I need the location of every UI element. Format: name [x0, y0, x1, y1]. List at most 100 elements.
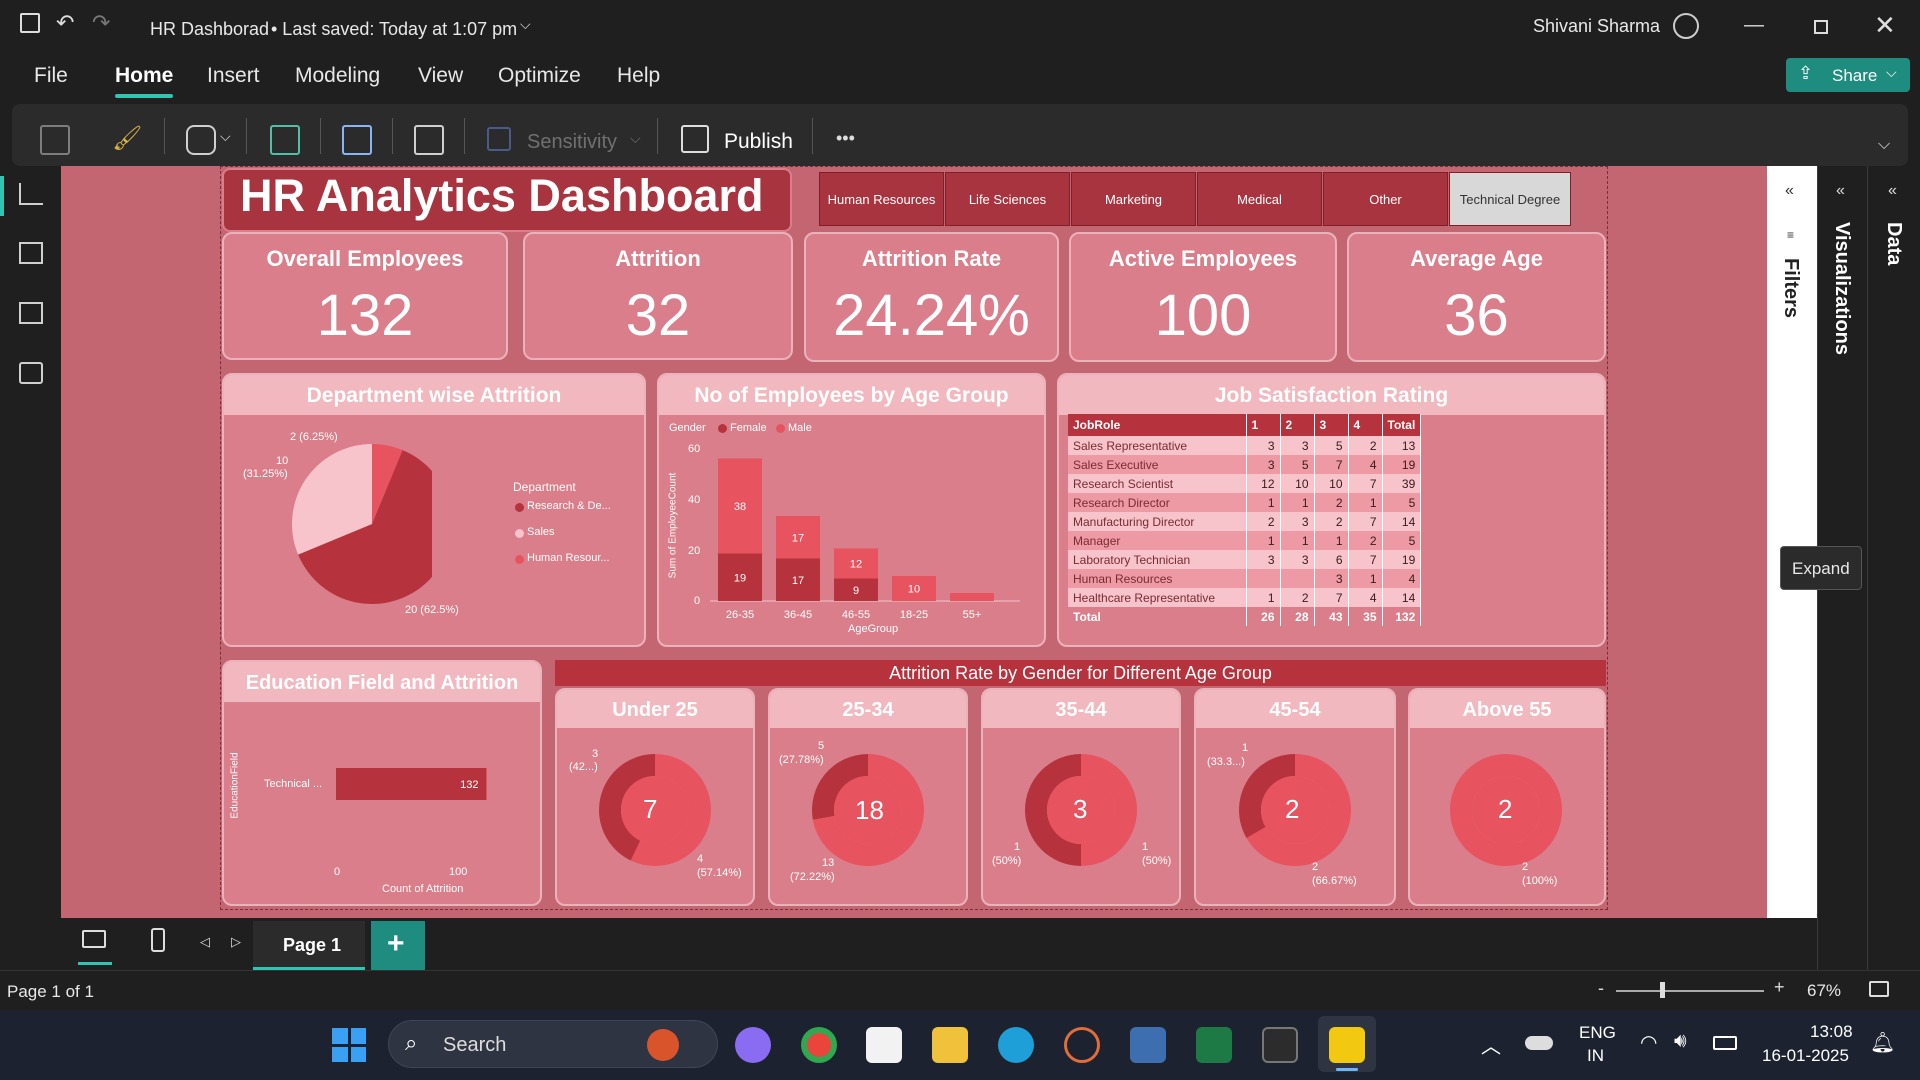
fit-to-page-icon[interactable]	[1869, 981, 1889, 997]
slicer-life-sciences[interactable]: Life Sciences	[945, 172, 1070, 226]
language-line2[interactable]: IN	[1587, 1046, 1604, 1066]
filters-label[interactable]: Filters	[1779, 258, 1802, 318]
slicer-human-resources[interactable]: Human Resources	[819, 172, 944, 226]
filters-pane[interactable]: « ≡ Filters	[1767, 166, 1817, 918]
format-painter-icon[interactable]: 🖌	[112, 124, 142, 153]
wifi-icon[interactable]: ◠	[1640, 1030, 1657, 1055]
kpi-average-age: Average Age 36	[1347, 232, 1606, 362]
matrix-header[interactable]: Total	[1382, 414, 1422, 436]
notification-bell-icon[interactable]: 🔔︎	[1870, 1030, 1895, 1055]
pie-label: 10	[276, 455, 289, 467]
share-button[interactable]: ⇪ Share ⌵	[1786, 58, 1910, 92]
power-bi-icon[interactable]	[1329, 1027, 1365, 1063]
undo-icon[interactable]: ↶	[56, 10, 74, 36]
sensitivity-label[interactable]: Sensitivity	[527, 131, 617, 154]
file-explorer-icon[interactable]	[932, 1027, 968, 1063]
media-player-icon[interactable]	[1064, 1027, 1100, 1063]
dax-query-icon[interactable]	[19, 362, 43, 384]
search-box[interactable]: ⌕ Search	[388, 1020, 718, 1068]
edge-icon[interactable]	[998, 1027, 1034, 1063]
previous-page-icon[interactable]: ◁	[200, 934, 210, 950]
chevron-left-icon[interactable]: «	[1836, 182, 1845, 200]
menu-file[interactable]: File	[34, 64, 68, 88]
copilot-icon[interactable]	[735, 1027, 771, 1063]
age-group-bar-chart[interactable]: 19 38 26-35 17 17 36-45 9 12 46-55 10 18-25 55+	[710, 440, 1030, 630]
job-satisfaction-matrix[interactable]: JobRole 1 2 3 4 Total Sales Representative 3 3 5…	[1068, 414, 1422, 626]
slicer-other[interactable]: Other	[1323, 172, 1448, 226]
donut-label: (50%)	[992, 855, 1022, 867]
save-icon[interactable]	[20, 13, 40, 33]
chevron-down-icon[interactable]: ⌵	[520, 16, 531, 33]
matrix-header[interactable]: 3	[1314, 414, 1349, 436]
menu-insert[interactable]: Insert	[207, 64, 260, 88]
close-button[interactable]: ✕	[1874, 10, 1896, 41]
chevron-down-icon[interactable]: ⌵	[630, 130, 641, 147]
zoom-level[interactable]: 67%	[1807, 981, 1841, 1001]
menu-help[interactable]: Help	[617, 64, 660, 88]
zoom-in-button[interactable]: +	[1774, 977, 1785, 998]
visualizations-label[interactable]: Visualizations	[1830, 222, 1853, 355]
sql-server-icon[interactable]	[1130, 1027, 1166, 1063]
legend-item: Male	[788, 422, 812, 434]
minimize-button[interactable]: —	[1744, 14, 1764, 37]
calculator-icon[interactable]	[414, 125, 444, 155]
add-page-button[interactable]: +	[371, 921, 425, 970]
menu-home[interactable]: Home	[115, 64, 173, 88]
publish-icon[interactable]	[681, 125, 709, 153]
menu-modeling[interactable]: Modeling	[295, 64, 380, 88]
y-tick: 20	[688, 545, 701, 557]
mobile-layout-icon[interactable]	[151, 928, 165, 952]
chevron-left-icon[interactable]: «	[1785, 182, 1794, 200]
report-view-icon[interactable]	[19, 183, 43, 205]
zoom-out-button[interactable]: -	[1598, 978, 1604, 999]
zoom-slider-thumb[interactable]	[1660, 982, 1665, 998]
battery-icon[interactable]	[1713, 1036, 1737, 1050]
education-bar-chart[interactable]: 132	[336, 765, 516, 805]
redo-icon[interactable]: ↷	[92, 10, 110, 36]
more-options-button[interactable]: •••	[836, 128, 855, 149]
onedrive-icon[interactable]	[1525, 1036, 1553, 1050]
chevron-up-icon[interactable]: ︿	[1481, 1030, 1501, 1059]
legend-item: Female	[730, 422, 767, 434]
get-data-icon[interactable]	[186, 125, 216, 155]
avatar[interactable]	[1673, 13, 1699, 39]
paste-icon[interactable]	[40, 125, 70, 155]
matrix-header[interactable]: 2	[1280, 414, 1315, 436]
restore-button[interactable]	[1814, 20, 1828, 34]
zoom-slider-track[interactable]	[1616, 990, 1764, 992]
clock-date[interactable]: 16-01-2025	[1762, 1046, 1849, 1066]
slicer-marketing[interactable]: Marketing	[1071, 172, 1196, 226]
refresh-icon[interactable]	[270, 125, 300, 155]
next-page-icon[interactable]: ▷	[231, 934, 241, 950]
store-icon[interactable]	[866, 1027, 902, 1063]
model-view-icon[interactable]	[19, 302, 43, 324]
menu-view[interactable]: View	[418, 64, 463, 88]
excel-icon[interactable]	[1196, 1027, 1232, 1063]
chevron-left-icon[interactable]: «	[1888, 182, 1897, 200]
slicer-medical[interactable]: Medical	[1197, 172, 1322, 226]
volume-icon[interactable]: 🔊︎	[1674, 1030, 1687, 1053]
matrix-header[interactable]: JobRole	[1068, 414, 1247, 436]
table-view-icon[interactable]	[19, 242, 43, 264]
matrix-cell: 1	[1280, 531, 1315, 550]
matrix-header[interactable]: 1	[1246, 414, 1281, 436]
search-icon: ⌕	[405, 1030, 418, 1055]
data-pane[interactable]: « Data	[1867, 166, 1920, 970]
matrix-header[interactable]: 4	[1348, 414, 1383, 436]
desktop-layout-icon[interactable]	[82, 930, 106, 948]
department-pie-chart[interactable]	[282, 436, 432, 606]
publish-button[interactable]: Publish	[724, 130, 793, 154]
clock-time[interactable]: 13:08	[1810, 1022, 1853, 1042]
windows-start-icon[interactable]	[332, 1028, 366, 1062]
slicer-technical-degree[interactable]: Technical Degree	[1449, 172, 1571, 226]
terminal-icon[interactable]	[1262, 1027, 1298, 1063]
language-line1[interactable]: ENG	[1579, 1023, 1616, 1043]
page-tab[interactable]: Page 1	[253, 921, 365, 970]
menu-optimize[interactable]: Optimize	[498, 64, 581, 88]
new-visual-icon[interactable]	[342, 125, 372, 155]
data-label[interactable]: Data	[1882, 222, 1905, 265]
chrome-icon[interactable]	[801, 1027, 837, 1063]
collapse-ribbon-icon[interactable]: ⌵	[1878, 136, 1890, 154]
sensitivity-icon[interactable]	[487, 127, 511, 151]
chevron-down-icon[interactable]: ⌵	[220, 128, 231, 145]
